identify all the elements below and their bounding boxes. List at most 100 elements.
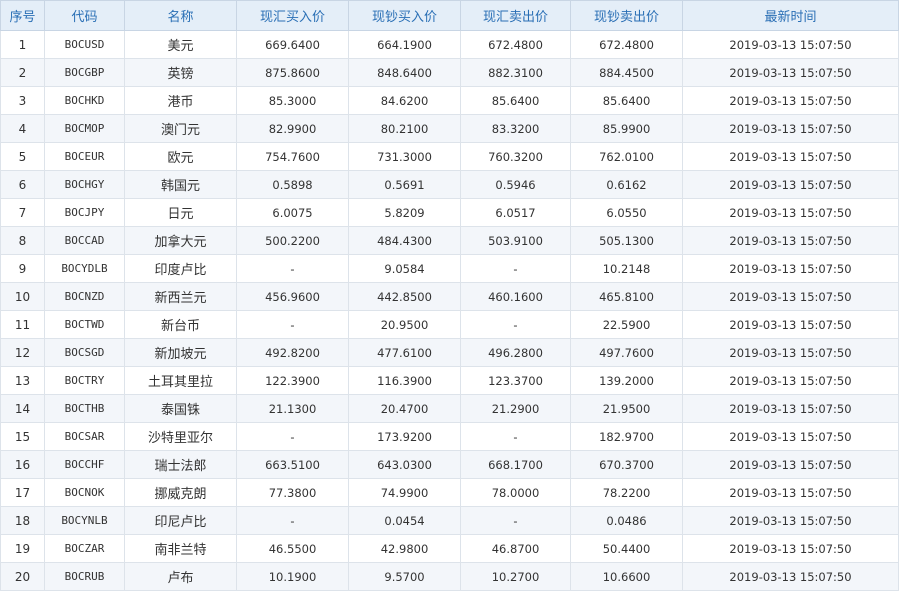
- table-row[interactable]: 14 BOCTHB 泰国铢 21.1300 20.4700 21.2900 21.9500 2…: [0, 394, 899, 423]
- cell-latest-time: 2019-03-13 15:07:50: [682, 282, 899, 311]
- table-row[interactable]: 20 BOCRUB 卢布 10.1900 9.5700 10.2700 10.6600 201…: [0, 562, 899, 591]
- cell-spot-buy: 77.3800: [236, 478, 349, 507]
- cell-cash-sell: 465.8100: [570, 282, 683, 311]
- cell-latest-time: 2019-03-13 15:07:50: [682, 394, 899, 423]
- table-row[interactable]: 8 BOCCAD 加拿大元 500.2200 484.4300 503.9100 505.1…: [0, 226, 899, 255]
- table-row[interactable]: 15 BOCSAR 沙特里亚尔 -173.9200-182.9700 2019-03-1…: [0, 422, 899, 451]
- cell-index: 13: [0, 366, 45, 395]
- table-row[interactable]: 19 BOCZAR 南非兰特 46.5500 42.9800 46.8700 50.4400…: [0, 534, 899, 563]
- cell-spot-buy: 21.1300: [236, 394, 349, 423]
- cell-spot-sell: 503.9100: [460, 226, 571, 255]
- column-header-code[interactable]: 代码: [44, 0, 125, 31]
- cell-code[interactable]: BOCGBP: [44, 58, 125, 87]
- cell-code[interactable]: BOCTRY: [44, 366, 125, 395]
- cell-code[interactable]: BOCCAD: [44, 226, 125, 255]
- cell-index: 12: [0, 338, 45, 367]
- column-header-name[interactable]: 名称: [124, 0, 237, 31]
- table-row[interactable]: 17 BOCNOK 挪威克朗 77.3800 74.9900 78.0000 78.2200…: [0, 478, 899, 507]
- cell-currency-name[interactable]: 澳门元: [124, 114, 237, 143]
- cell-latest-time: 2019-03-13 15:07:50: [682, 170, 899, 199]
- exchange-rate-table: 序号 代码 名称 现汇买入价 现钞买入价 现汇卖出价 现钞卖出价 最新时间 1B…: [0, 0, 899, 591]
- cell-spot-buy: 6.0075: [236, 198, 349, 227]
- cell-spot-sell: 882.3100: [460, 58, 571, 87]
- column-header-spot-sell[interactable]: 现汇卖出价: [460, 0, 571, 31]
- cell-code[interactable]: BOCHKD: [44, 86, 125, 115]
- cell-code[interactable]: BOCCHF: [44, 450, 125, 479]
- cell-code[interactable]: BOCSAR: [44, 422, 125, 451]
- table-row[interactable]: 13 BOCTRY 土耳其里拉 122.3900 116.3900 123.3700 139…: [0, 366, 899, 395]
- table-row[interactable]: 10 BOCNZD 新西兰元 456.9600 442.8500 460.1600 465.…: [0, 282, 899, 311]
- cell-spot-buy: 500.2200: [236, 226, 349, 255]
- table-row[interactable]: 6 BOCHGY 韩国元 0.5898 0.5691 0.5946 0.6162 2019-0…: [0, 170, 899, 199]
- table-row[interactable]: 4 BOCMOP 澳门元 82.9900 80.2100 83.3200 85.9900 20…: [0, 114, 899, 143]
- cell-currency-name[interactable]: 韩国元: [124, 170, 237, 199]
- cell-cash-buy: 173.9200: [348, 422, 461, 451]
- cell-code[interactable]: BOCYNLB: [44, 506, 125, 535]
- cell-currency-name[interactable]: 卢布: [124, 562, 237, 591]
- cell-cash-buy: 5.8209: [348, 198, 461, 227]
- cell-code[interactable]: BOCUSD: [44, 30, 125, 59]
- table-row[interactable]: 18 BOCYNLB 印尼卢比 -0.0454-0.0486 2019-03-13 15…: [0, 506, 899, 535]
- cell-index: 8: [0, 226, 45, 255]
- table-row[interactable]: 16 BOCCHF 瑞士法郎 663.5100 643.0300 668.1700 670.…: [0, 450, 899, 479]
- cell-currency-name[interactable]: 泰国铢: [124, 394, 237, 423]
- cell-index: 7: [0, 198, 45, 227]
- column-header-cash-sell[interactable]: 现钞卖出价: [570, 0, 683, 31]
- table-row[interactable]: 1 BOCUSD 美元 669.6400 664.1900 672.4800 672.480…: [0, 30, 899, 59]
- cell-code[interactable]: BOCZAR: [44, 534, 125, 563]
- cell-currency-name[interactable]: 新西兰元: [124, 282, 237, 311]
- cell-currency-name[interactable]: 新台币: [124, 310, 237, 339]
- table-row[interactable]: 7 BOCJPY 日元 6.0075 5.8209 6.0517 6.0550 2019-03…: [0, 198, 899, 227]
- cell-index: 18: [0, 506, 45, 535]
- table-row[interactable]: 12 BOCSGD 新加坡元 492.8200 477.6100 496.2800 497.…: [0, 338, 899, 367]
- cell-currency-name[interactable]: 新加坡元: [124, 338, 237, 367]
- column-header-index[interactable]: 序号: [0, 0, 45, 31]
- cell-code[interactable]: BOCNZD: [44, 282, 125, 311]
- column-header-spot-buy[interactable]: 现汇买入价: [236, 0, 349, 31]
- cell-currency-name[interactable]: 沙特里亚尔: [124, 422, 237, 451]
- cell-currency-name[interactable]: 英镑: [124, 58, 237, 87]
- cell-currency-name[interactable]: 土耳其里拉: [124, 366, 237, 395]
- cell-spot-sell: 10.2700: [460, 562, 571, 591]
- table-row[interactable]: 3 BOCHKD 港币 85.3000 84.6200 85.6400 85.6400 201…: [0, 86, 899, 115]
- cell-currency-name[interactable]: 日元: [124, 198, 237, 227]
- cell-code[interactable]: BOCRUB: [44, 562, 125, 591]
- table-row[interactable]: 5 BOCEUR 欧元 754.7600 731.3000 760.3200 762.010…: [0, 142, 899, 171]
- cell-currency-name[interactable]: 加拿大元: [124, 226, 237, 255]
- cell-currency-name[interactable]: 美元: [124, 30, 237, 59]
- cell-code[interactable]: BOCNOK: [44, 478, 125, 507]
- cell-cash-sell: 0.0486: [570, 506, 683, 535]
- cell-code[interactable]: BOCSGD: [44, 338, 125, 367]
- cell-latest-time: 2019-03-13 15:07:50: [682, 534, 899, 563]
- cell-currency-name[interactable]: 印度卢比: [124, 254, 237, 283]
- cell-index: 2: [0, 58, 45, 87]
- cell-cash-buy: 116.3900: [348, 366, 461, 395]
- column-header-cash-buy[interactable]: 现钞买入价: [348, 0, 461, 31]
- cell-cash-sell: 85.9900: [570, 114, 683, 143]
- table-row[interactable]: 9 BOCYDLB 印度卢比 -9.0584-10.2148 2019-03-13 15…: [0, 254, 899, 283]
- cell-currency-name[interactable]: 港币: [124, 86, 237, 115]
- cell-currency-name[interactable]: 挪威克朗: [124, 478, 237, 507]
- table-row[interactable]: 11 BOCTWD 新台币 -20.9500-22.5900 2019-03-13 15…: [0, 310, 899, 339]
- cell-code[interactable]: BOCEUR: [44, 142, 125, 171]
- cell-currency-name[interactable]: 南非兰特: [124, 534, 237, 563]
- cell-code[interactable]: BOCYDLB: [44, 254, 125, 283]
- cell-code[interactable]: BOCTHB: [44, 394, 125, 423]
- cell-currency-name[interactable]: 欧元: [124, 142, 237, 171]
- cell-index: 6: [0, 170, 45, 199]
- cell-code[interactable]: BOCMOP: [44, 114, 125, 143]
- cell-latest-time: 2019-03-13 15:07:50: [682, 198, 899, 227]
- cell-spot-buy: -: [236, 422, 349, 451]
- cell-cash-sell: 50.4400: [570, 534, 683, 563]
- cell-code[interactable]: BOCHGY: [44, 170, 125, 199]
- column-header-latest-time[interactable]: 最新时间: [682, 0, 899, 31]
- table-row[interactable]: 2 BOCGBP 英镑 875.8600 848.6400 882.3100 884.450…: [0, 58, 899, 87]
- cell-index: 4: [0, 114, 45, 143]
- cell-currency-name[interactable]: 印尼卢比: [124, 506, 237, 535]
- cell-spot-buy: 875.8600: [236, 58, 349, 87]
- cell-currency-name[interactable]: 瑞士法郎: [124, 450, 237, 479]
- cell-cash-buy: 643.0300: [348, 450, 461, 479]
- cell-code[interactable]: BOCTWD: [44, 310, 125, 339]
- cell-code[interactable]: BOCJPY: [44, 198, 125, 227]
- cell-cash-buy: 9.5700: [348, 562, 461, 591]
